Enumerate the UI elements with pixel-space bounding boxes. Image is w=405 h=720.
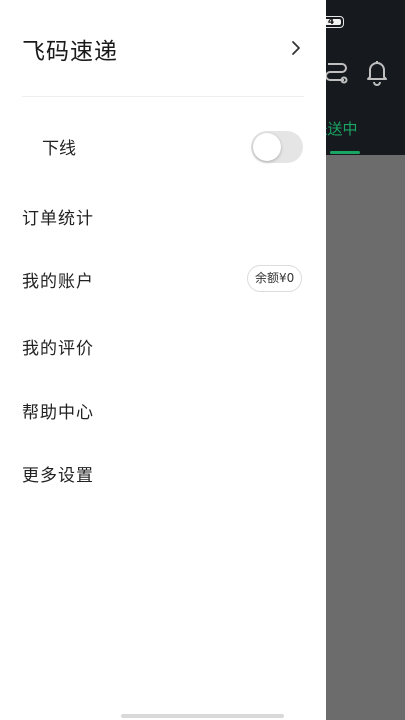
menu-item-label: 帮助中心	[22, 403, 94, 423]
menu-item-more-settings[interactable]: 更多设置	[0, 448, 326, 498]
menu-item-label: 更多设置	[22, 466, 94, 486]
status-label: 下线	[42, 139, 76, 159]
menu-item-my-reviews[interactable]: 我的评价	[0, 321, 326, 371]
bell-icon[interactable]	[364, 58, 390, 86]
menu-item-order-stats[interactable]: 订单统计	[0, 191, 326, 241]
drawer-title: 飞码速递	[22, 39, 118, 65]
divider	[22, 96, 304, 97]
online-toggle[interactable]	[251, 131, 303, 163]
route-icon[interactable]	[322, 58, 350, 86]
drawer-header[interactable]: 飞码速递	[0, 0, 326, 97]
menu-item-label: 我的评价	[22, 339, 94, 359]
home-indicator[interactable]	[121, 714, 284, 718]
balance-badge: 余额¥0	[247, 265, 303, 292]
toggle-knob	[253, 133, 281, 161]
battery-level: 4	[327, 16, 335, 27]
menu-item-help-center[interactable]: 帮助中心	[0, 385, 326, 435]
chevron-right-icon[interactable]	[286, 38, 306, 58]
side-drawer: 飞码速递 下线 订单统计 我的账户 余额¥0 我的评价 帮助中心 更多设置	[0, 0, 326, 720]
menu-item-my-account[interactable]: 我的账户 余额¥0	[0, 254, 326, 304]
online-status-row: 下线	[0, 120, 326, 174]
menu-item-label: 我的账户	[22, 272, 94, 292]
menu-item-label: 订单统计	[22, 209, 94, 229]
tab-underline	[330, 151, 360, 154]
